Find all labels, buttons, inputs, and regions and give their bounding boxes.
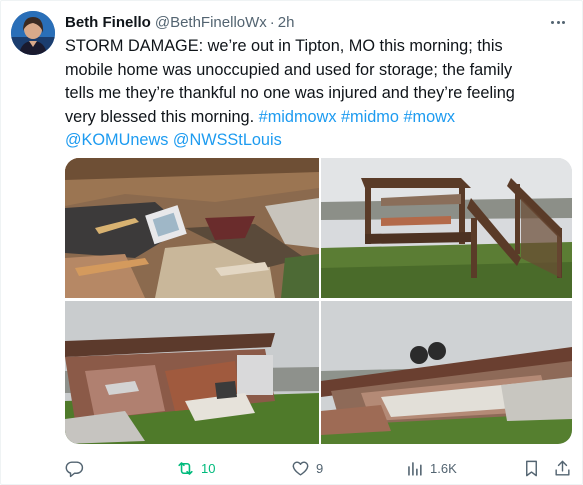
tweet-text-line: tells me they’re thankful no one was inj… bbox=[65, 84, 515, 102]
bookmark-button[interactable] bbox=[522, 457, 541, 479]
tweet-text: STORM DAMAGE: we’re out in Tipton, MO th… bbox=[65, 35, 565, 153]
reply-button[interactable] bbox=[65, 457, 84, 479]
author-display-name[interactable]: Beth Finello bbox=[65, 14, 151, 31]
hashtag-link[interactable]: #midmowx bbox=[259, 108, 337, 126]
media-photo-1[interactable] bbox=[65, 158, 319, 298]
media-photo-4[interactable] bbox=[321, 301, 572, 444]
tweet-card[interactable]: Beth Finello @BethFinelloWx · 2h STORM D… bbox=[0, 0, 583, 485]
retweet-button[interactable]: 10 bbox=[176, 457, 215, 479]
retweet-count: 10 bbox=[201, 460, 216, 476]
avatar[interactable] bbox=[11, 11, 55, 55]
views-button[interactable]: 1.6K bbox=[405, 457, 457, 479]
mention-link[interactable]: @NWSStLouis bbox=[173, 131, 282, 149]
tweet-text-line: @KOMUnews @NWSStLouis bbox=[65, 129, 565, 153]
hashtag-link[interactable]: #mowx bbox=[403, 108, 455, 126]
heart-icon bbox=[292, 461, 309, 476]
share-icon bbox=[555, 460, 570, 476]
like-button[interactable]: 9 bbox=[291, 457, 323, 479]
reply-icon bbox=[65, 460, 84, 477]
tweet-text-line: very blessed this morning. #midmowx #mid… bbox=[65, 106, 565, 130]
media-photo-2[interactable] bbox=[321, 158, 572, 298]
tweet-text-segment: very blessed this morning. bbox=[65, 107, 259, 126]
tweet-header: Beth Finello @BethFinelloWx · 2h bbox=[65, 12, 294, 32]
like-count: 9 bbox=[316, 460, 324, 476]
share-button[interactable] bbox=[553, 457, 572, 479]
bookmark-icon bbox=[526, 460, 537, 476]
retweet-icon bbox=[178, 461, 193, 475]
separator-dot: · bbox=[269, 13, 275, 31]
hashtag-link[interactable]: #midmo bbox=[341, 108, 399, 126]
action-bar: 10 9 1.6K bbox=[65, 457, 575, 479]
views-chart-icon bbox=[408, 461, 422, 476]
author-handle[interactable]: @BethFinelloWx bbox=[155, 14, 267, 31]
more-options-icon[interactable] bbox=[547, 11, 569, 33]
views-count: 1.6K bbox=[430, 460, 457, 476]
post-timestamp[interactable]: 2h bbox=[278, 14, 295, 31]
mention-link[interactable]: @KOMUnews bbox=[65, 131, 168, 149]
tweet-text-line: mobile home was unoccupied and used for … bbox=[65, 60, 513, 79]
media-photo-3[interactable] bbox=[65, 301, 319, 444]
tweet-text-line: STORM DAMAGE: we’re out in Tipton, MO th… bbox=[65, 37, 503, 55]
